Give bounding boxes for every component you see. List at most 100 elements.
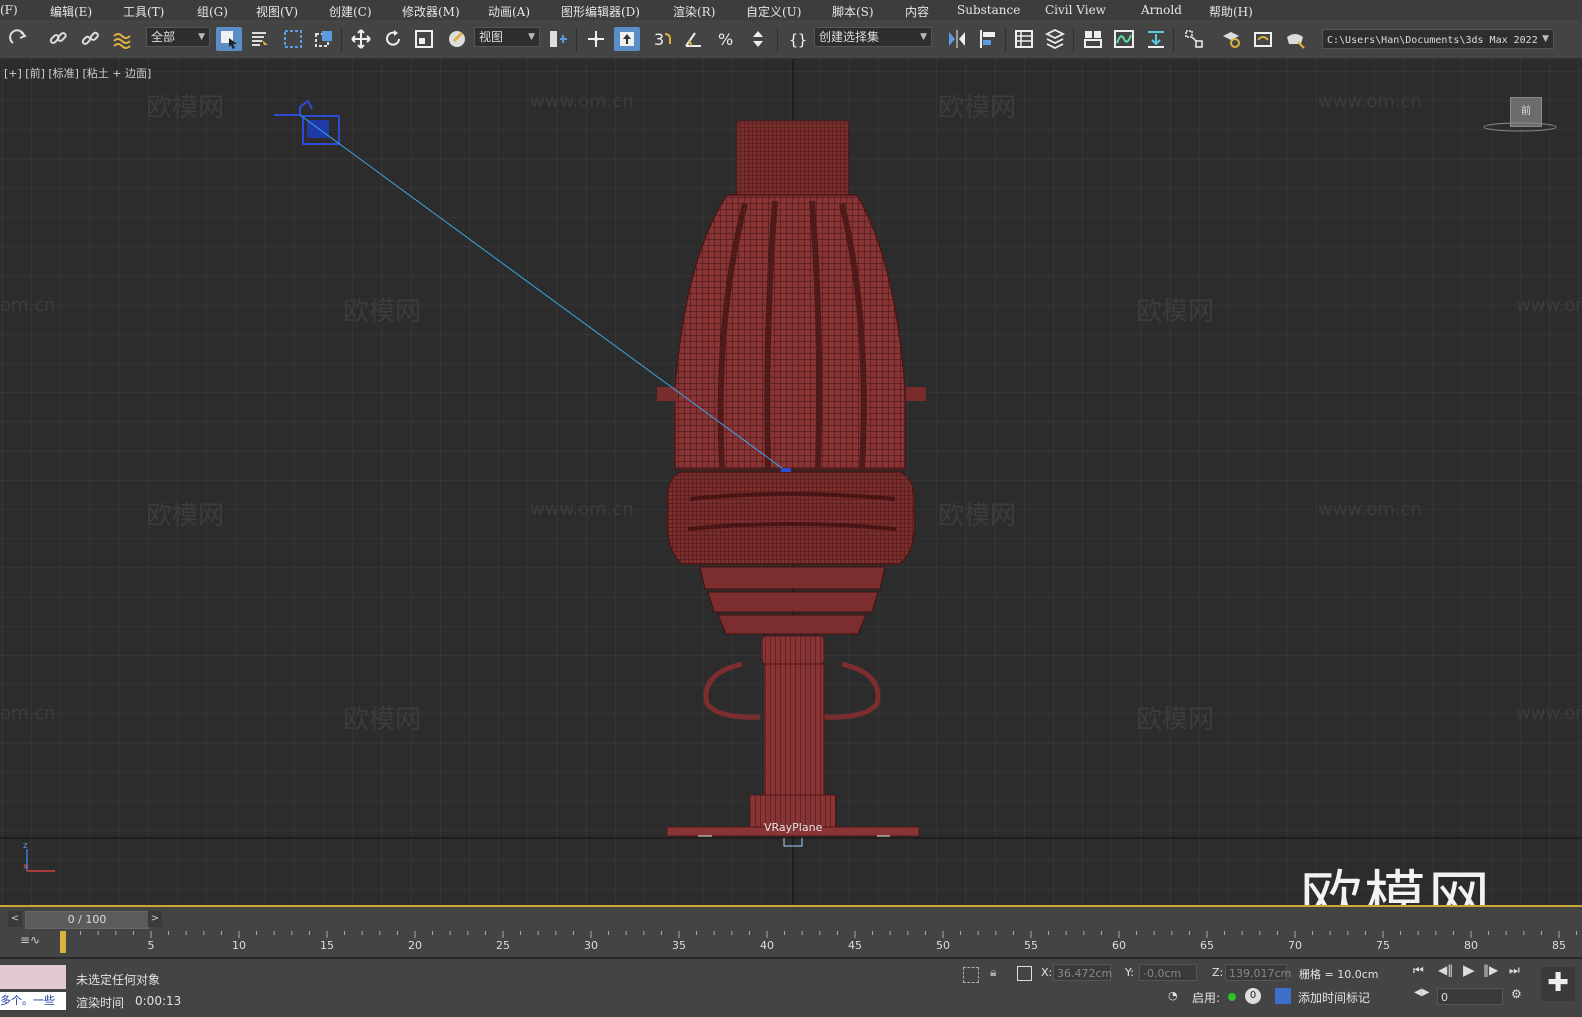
enable-count-badge[interactable]: 0 bbox=[1245, 988, 1261, 1004]
menu-civil-view[interactable]: Civil View bbox=[1045, 3, 1106, 17]
select-by-name-icon[interactable] bbox=[247, 27, 273, 51]
angle-snap-icon[interactable] bbox=[681, 27, 707, 51]
chevron-down-icon: ▼ bbox=[920, 32, 927, 42]
edit-named-selection-icon[interactable]: {} bbox=[785, 27, 811, 51]
lock-icon[interactable]: 🔒︎ bbox=[990, 965, 996, 980]
mirror-icon[interactable] bbox=[944, 27, 970, 51]
spinner-snap-icon[interactable] bbox=[745, 27, 771, 51]
adaptive-degradation-icon[interactable]: ◔ bbox=[1168, 989, 1178, 1002]
keyboard-shortcut-override-icon[interactable] bbox=[614, 27, 640, 51]
placement-icon[interactable] bbox=[444, 27, 470, 51]
schematic-view-icon[interactable] bbox=[1143, 27, 1169, 51]
viewport-navigation-icon[interactable]: ✚ bbox=[1541, 967, 1575, 1001]
rotate-icon[interactable] bbox=[380, 27, 406, 51]
layer-explorer-icon[interactable] bbox=[1042, 27, 1068, 51]
move-icon[interactable] bbox=[348, 27, 374, 51]
lamp-collar bbox=[761, 635, 825, 665]
play-icon[interactable]: ▶ bbox=[1463, 961, 1475, 979]
viewport-canvas[interactable] bbox=[0, 59, 1582, 905]
menu-modifiers[interactable]: 修改器(M) bbox=[402, 3, 460, 20]
time-tag-icon[interactable] bbox=[1275, 988, 1291, 1004]
x-label: X: bbox=[1041, 966, 1053, 979]
watermark-url: www.om.cn bbox=[1516, 703, 1582, 724]
menu-customize[interactable]: 自定义(U) bbox=[746, 3, 801, 20]
rectangular-selection-icon[interactable] bbox=[280, 27, 306, 51]
menu-substance[interactable]: Substance bbox=[957, 3, 1020, 17]
menu-graph-editors[interactable]: 图形编辑器(D) bbox=[561, 3, 640, 20]
go-to-end-icon[interactable]: ⏭ bbox=[1509, 963, 1520, 978]
next-frame-icon[interactable]: ‖▶ bbox=[1483, 963, 1498, 977]
menu-arnold[interactable]: Arnold bbox=[1141, 3, 1182, 17]
watermark-url: om.cn bbox=[0, 295, 56, 316]
project-folder-path[interactable]: C:\Users\Han\Documents\3ds Max 2022 ▼ bbox=[1322, 29, 1554, 49]
time-cursor[interactable] bbox=[60, 931, 66, 953]
maxscript-listener-text[interactable]: 多个。一些 bbox=[0, 992, 66, 1010]
front-viewport[interactable]: [+] [前] [标准] [粘土 + 边面] 前 欧模网 www.om.cn 欧… bbox=[0, 59, 1582, 907]
render-production-icon[interactable] bbox=[1282, 27, 1308, 51]
menu-animation[interactable]: 动画(A) bbox=[488, 3, 530, 20]
track-bar[interactable]: 0510152025303540455055606570758085 bbox=[60, 931, 1582, 955]
reference-coordinate-dropdown[interactable]: 视图 ▼ bbox=[474, 27, 540, 47]
viewcube-ring[interactable] bbox=[1482, 121, 1558, 133]
go-to-start-icon[interactable]: ⏮ bbox=[1413, 963, 1424, 978]
menu-help[interactable]: 帮助(H) bbox=[1209, 3, 1253, 20]
x-coordinate-field[interactable]: 36.472cm bbox=[1053, 964, 1112, 981]
watermark-url: www.om.cn bbox=[1516, 295, 1582, 316]
scene-explorer-icon[interactable] bbox=[1011, 27, 1037, 51]
track-tick-label: 20 bbox=[408, 939, 422, 952]
menu-content[interactable]: 内容 bbox=[905, 3, 929, 20]
maxscript-listener-area[interactable] bbox=[0, 965, 66, 989]
render-setup-icon[interactable] bbox=[1218, 27, 1244, 51]
bind-space-warp-icon[interactable] bbox=[109, 27, 135, 51]
menu-create[interactable]: 创建(C) bbox=[329, 3, 372, 20]
watermark-url: www.om.cn bbox=[1318, 499, 1422, 520]
track-tick-label: 75 bbox=[1376, 939, 1390, 952]
selection-filter-dropdown[interactable]: 全部 ▼ bbox=[146, 27, 210, 47]
menu-tools[interactable]: 工具(T) bbox=[123, 3, 164, 20]
menu-view[interactable]: 视图(V) bbox=[256, 3, 298, 20]
object-name-label: VRayPlane bbox=[764, 821, 823, 834]
redo-icon[interactable] bbox=[6, 27, 32, 51]
percent-snap-icon[interactable]: % bbox=[713, 27, 739, 51]
add-time-tag-button[interactable]: 添加时间标记 bbox=[1298, 989, 1370, 1006]
next-frame-arrow-icon[interactable]: > bbox=[148, 911, 162, 927]
menu-edit[interactable]: 编辑(E) bbox=[50, 3, 92, 20]
absolute-mode-icon[interactable] bbox=[1017, 966, 1032, 981]
snaps-toggle-icon[interactable]: 3 bbox=[649, 27, 675, 51]
link-icon[interactable] bbox=[45, 27, 71, 51]
align-icon[interactable] bbox=[975, 27, 1001, 51]
key-mode-toggle-icon[interactable]: ◀▶ bbox=[1414, 987, 1429, 998]
toggle-ribbon-icon[interactable] bbox=[1080, 27, 1106, 51]
z-coordinate-field[interactable]: 139.017cm bbox=[1225, 964, 1291, 981]
toolbar-divider bbox=[1005, 28, 1006, 52]
menu-rendering[interactable]: 渲染(R) bbox=[673, 3, 715, 20]
select-object-icon[interactable] bbox=[216, 27, 242, 51]
watermark-text: 欧模网 bbox=[146, 93, 225, 123]
pivot-center-icon[interactable] bbox=[545, 27, 571, 51]
curve-editor-icon[interactable] bbox=[1111, 27, 1137, 51]
named-selection-dropdown[interactable]: 创建选择集 ▼ bbox=[814, 27, 932, 47]
unlink-icon[interactable] bbox=[77, 27, 103, 51]
watermark-text: 欧模网 bbox=[1136, 705, 1215, 735]
watermark-url: www.om.cn bbox=[1318, 91, 1422, 112]
brand-logo-watermark: 欧模网 bbox=[1300, 863, 1493, 907]
time-slider[interactable]: 0 / 100 bbox=[25, 911, 149, 929]
time-configuration-icon[interactable]: ⚙ bbox=[1511, 987, 1522, 1001]
menu-file[interactable]: (F) bbox=[0, 3, 18, 17]
material-editor-icon[interactable] bbox=[1181, 27, 1207, 51]
viewport-label[interactable]: [+] [前] [标准] [粘土 + 边面] bbox=[4, 65, 151, 81]
lamp-shade bbox=[674, 194, 906, 470]
select-manipulate-icon[interactable] bbox=[583, 27, 609, 51]
menu-scripting[interactable]: 脚本(S) bbox=[832, 3, 874, 20]
curve-editor-mini-icon[interactable]: ≡∿ bbox=[20, 933, 40, 947]
prev-frame-arrow-icon[interactable]: < bbox=[8, 911, 22, 927]
menu-group[interactable]: 组(G) bbox=[197, 3, 228, 20]
rendered-frame-window-icon[interactable] bbox=[1250, 27, 1276, 51]
current-frame-field[interactable]: 0 bbox=[1437, 988, 1503, 1005]
window-crossing-icon[interactable] bbox=[311, 27, 337, 51]
scale-icon[interactable] bbox=[411, 27, 437, 51]
previous-frame-icon[interactable]: ◀‖ bbox=[1438, 963, 1453, 977]
y-coordinate-field[interactable]: -0.0cm bbox=[1139, 964, 1197, 981]
svg-text:{}: {} bbox=[789, 31, 807, 49]
isolate-selection-icon[interactable] bbox=[963, 967, 979, 983]
